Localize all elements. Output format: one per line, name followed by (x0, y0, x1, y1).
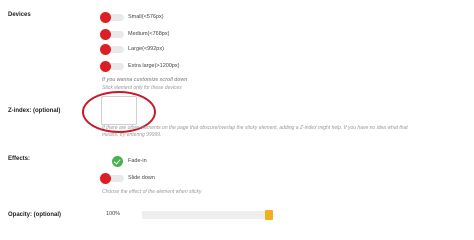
device-option-label: Extra large(>1200px) (128, 63, 180, 69)
toggle-switch[interactable] (100, 11, 124, 23)
device-option-small[interactable]: Small(<576px) (100, 11, 164, 23)
toggle-switch[interactable] (100, 28, 124, 40)
device-option-label: Medium(<768px) (128, 31, 170, 37)
toggle-knob (100, 60, 111, 72)
opacity-value: 100% (106, 211, 121, 217)
effects-label: Effects: (8, 156, 31, 162)
slider-handle[interactable] (265, 210, 273, 220)
toggle-knob (100, 11, 111, 23)
opacity-slider[interactable] (142, 210, 273, 220)
toggle-switch[interactable] (100, 60, 124, 72)
toggle-knob (100, 43, 111, 55)
device-option-label: Small(<576px) (128, 14, 164, 20)
devices-hint-bold: If you wanna customize scroll down (102, 77, 188, 83)
toggle-switch[interactable] (112, 155, 124, 167)
effect-option-slide-down[interactable]: Slide down (100, 172, 155, 184)
toggle-switch[interactable] (100, 43, 124, 55)
device-option-large[interactable]: Large(<992px) (100, 43, 164, 55)
effect-option-label: Slide down (128, 175, 155, 181)
toggle-knob (100, 172, 111, 184)
device-option-medium[interactable]: Medium(<768px) (100, 28, 170, 40)
toggle-switch[interactable] (100, 172, 124, 184)
zindex-hint-line1: If there are other elements on the page … (102, 125, 408, 131)
effect-option-label: Fade-in (128, 158, 147, 164)
check-icon (112, 155, 123, 167)
opacity-label: Opacity: (optional) (8, 212, 61, 218)
zindex-label: Z-index: (optional) (8, 108, 61, 114)
effects-hint: Choose the effect of the element when st… (102, 189, 202, 195)
effect-option-fade-in[interactable]: Fade-in (112, 155, 147, 167)
devices-label: Devices (8, 12, 31, 18)
device-option-extra-large[interactable]: Extra large(>1200px) (100, 60, 180, 72)
device-option-label: Large(<992px) (128, 46, 164, 52)
toggle-knob (100, 28, 111, 40)
zindex-hint-line2: means, try entering 99999. (102, 132, 162, 138)
